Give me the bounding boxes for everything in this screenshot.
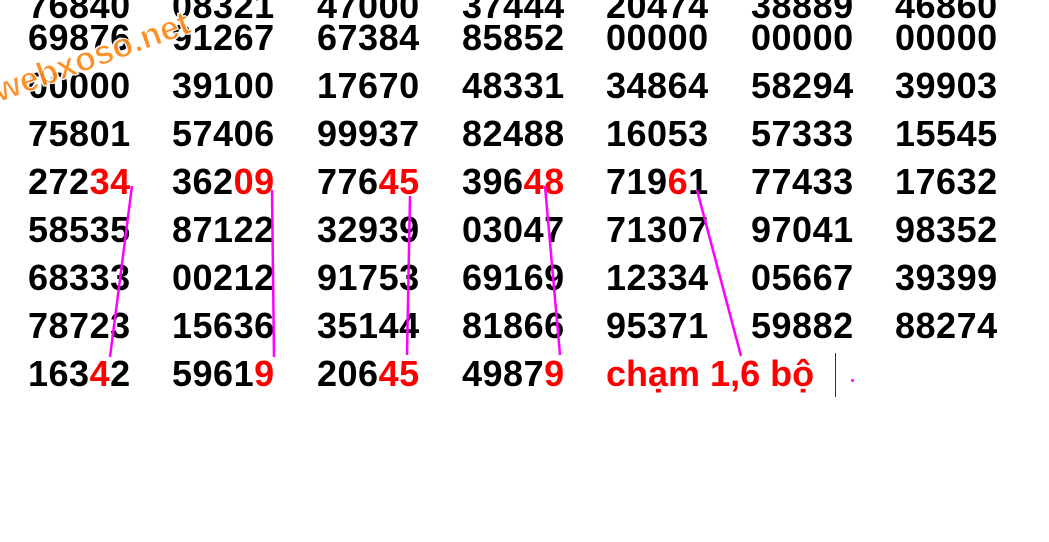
number-cell: 17670 xyxy=(317,65,420,106)
number-cell: 99937 xyxy=(317,113,420,154)
number-cell: 67384 xyxy=(317,17,420,58)
number-cell: 57406 xyxy=(172,113,275,154)
highlighted-digits: 34 xyxy=(89,161,131,202)
number-cell: 95371 xyxy=(606,305,709,346)
number-cell: 77645 xyxy=(317,161,420,202)
highlighted-digits: 45 xyxy=(378,161,420,202)
number-cell: 88274 xyxy=(895,305,998,346)
number-cell: 12334 xyxy=(606,257,709,298)
highlighted-digits: 6 xyxy=(667,161,689,202)
number-cell: 17632 xyxy=(895,161,998,202)
number-cell: 00000 xyxy=(895,17,998,58)
highlighted-digits: 48 xyxy=(523,161,565,202)
number-cell: 39903 xyxy=(895,65,998,106)
number-cell: 87122 xyxy=(172,209,275,250)
number-cell: 68333 xyxy=(28,257,131,298)
highlighted-digits: 09 xyxy=(233,161,275,202)
number-cell: 39100 xyxy=(172,65,275,106)
number-cell: 49879 xyxy=(462,353,565,394)
number-cell: 98352 xyxy=(895,209,998,250)
number-cell: 82488 xyxy=(462,113,565,154)
number-cell: 16053 xyxy=(606,113,709,154)
stray-dot xyxy=(851,379,854,382)
number-cell: 77433 xyxy=(751,161,854,202)
highlighted-digits: 9 xyxy=(544,353,565,394)
number-cell: 78723 xyxy=(28,305,131,346)
number-cell: 34864 xyxy=(606,65,709,106)
number-cell: 03047 xyxy=(462,209,565,250)
text-cursor xyxy=(835,353,836,397)
number-cell: 58535 xyxy=(28,209,131,250)
number-cell: 36209 xyxy=(172,161,275,202)
number-cell: 05667 xyxy=(751,257,854,298)
number-cell: 75801 xyxy=(28,113,131,154)
number-cell: 32939 xyxy=(317,209,420,250)
number-cell: 48331 xyxy=(462,65,565,106)
number-cell: 69169 xyxy=(462,257,565,298)
highlighted-digits: 45 xyxy=(378,353,420,394)
number-cell: 15545 xyxy=(895,113,998,154)
number-cell: 57333 xyxy=(751,113,854,154)
number-cell: 39399 xyxy=(895,257,998,298)
number-cell: 20645 xyxy=(317,353,420,394)
number-grid: 76840 08321 47000 37444 20474 38889 46860 69876… xyxy=(0,0,1049,420)
number-cell: 71307 xyxy=(606,209,709,250)
number-cell: 81866 xyxy=(462,305,565,346)
number-cell: 39648 xyxy=(462,161,565,202)
number-cell: 15636 xyxy=(172,305,275,346)
number-cell: 85852 xyxy=(462,17,565,58)
result-note: chạm 1,6 bộ xyxy=(606,353,815,394)
number-cell: 35144 xyxy=(317,305,420,346)
number-cell: 97041 xyxy=(751,209,854,250)
number-cell: 16342 xyxy=(28,353,131,394)
number-cell: 27234 xyxy=(28,161,131,202)
number-cell: 00212 xyxy=(172,257,275,298)
highlighted-digits: 9 xyxy=(254,353,275,394)
number-cell: 71961 xyxy=(606,161,709,202)
number-cell: 58294 xyxy=(751,65,854,106)
number-cell: 91753 xyxy=(317,257,420,298)
number-cell: 00000 xyxy=(606,17,709,58)
number-cell: 59619 xyxy=(172,353,275,394)
number-cell: 00000 xyxy=(751,17,854,58)
number-cell: 59882 xyxy=(751,305,854,346)
highlighted-digits: 4 xyxy=(89,353,111,394)
